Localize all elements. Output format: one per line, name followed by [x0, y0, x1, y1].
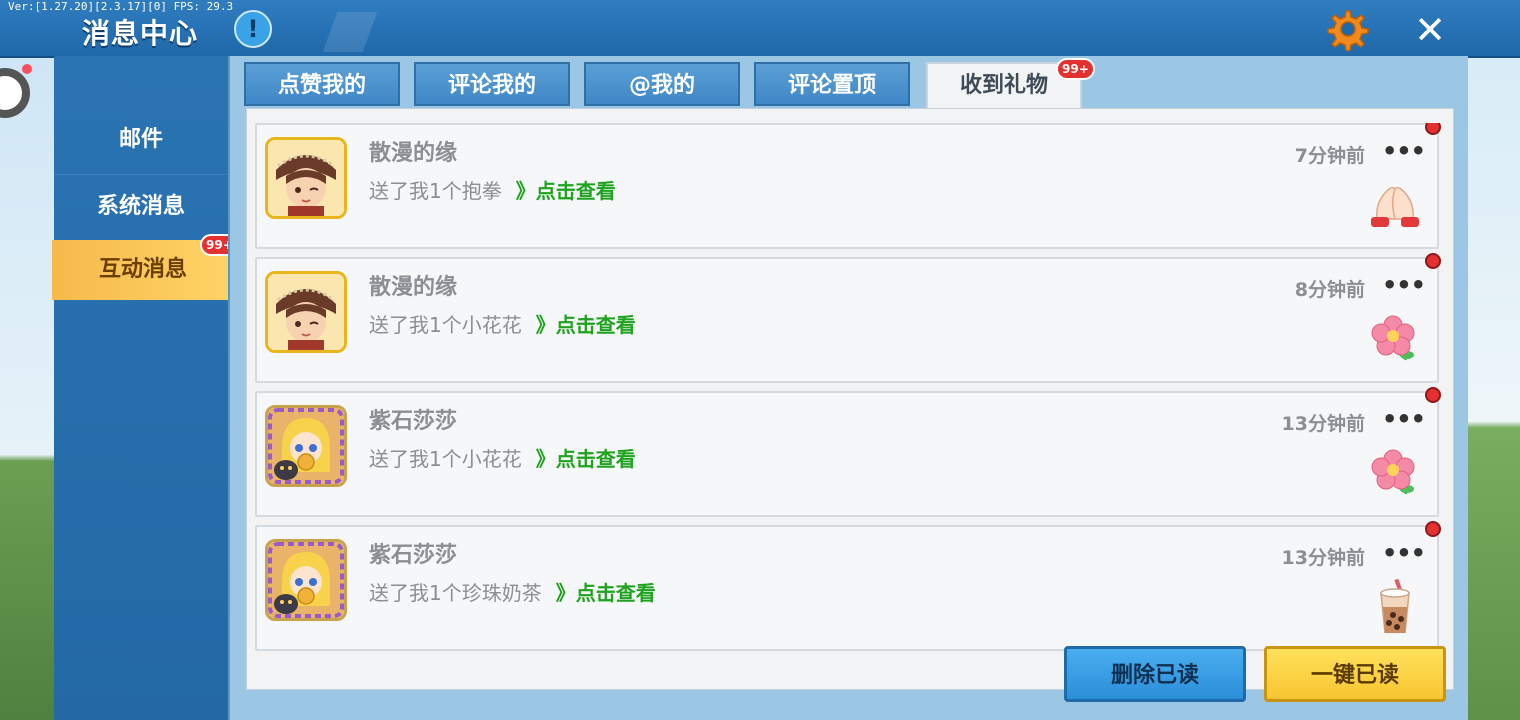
tab-likes[interactable]: 点赞我的: [244, 62, 400, 106]
gift-description: 送了我1个小花花: [369, 313, 522, 337]
page-title: 消息中心: [82, 17, 199, 50]
background-notification-dot: [22, 64, 32, 74]
timestamp: 8分钟前: [1294, 279, 1365, 301]
tab-pinned-comments[interactable]: 评论置顶: [754, 62, 910, 106]
timestamp: 7分钟前: [1294, 145, 1365, 167]
sidebar-item-label: 系统消息: [96, 194, 185, 219]
more-options-icon[interactable]: •••: [1382, 539, 1426, 567]
sidebar-item-system-messages[interactable]: 系统消息: [54, 174, 228, 239]
avatar-image: [268, 274, 344, 350]
avatar-image: [268, 408, 344, 484]
avatar[interactable]: [265, 271, 347, 353]
background-scene-right: [1466, 56, 1520, 720]
sidebar-item-label: 邮件: [118, 127, 163, 152]
sidebar-item-mail[interactable]: 邮件: [54, 108, 228, 172]
view-link[interactable]: 》点击查看: [556, 581, 656, 605]
avatar[interactable]: [265, 137, 347, 219]
header-decoration: [322, 12, 378, 52]
bubble-tea-icon: [1380, 578, 1410, 633]
more-options-icon[interactable]: •••: [1382, 271, 1426, 299]
message-text: 送了我1个小花花 》点击查看: [369, 443, 636, 472]
timestamp: 13分钟前: [1281, 547, 1365, 569]
avatar[interactable]: [265, 539, 347, 621]
unread-count-badge: 99+: [1056, 58, 1095, 80]
more-options-icon[interactable]: •••: [1382, 405, 1426, 433]
message-list-container: 散漫的缘 送了我1个抱拳 》点击查看 7分钟前 ••• 散漫的缘 送了我1个小花…: [246, 108, 1454, 690]
unread-indicator: [1425, 253, 1441, 269]
fist-salute-icon: [1371, 186, 1419, 227]
info-icon[interactable]: !: [234, 10, 272, 48]
avatar-image: [268, 140, 344, 216]
mark-all-read-button[interactable]: 一键已读: [1264, 646, 1446, 702]
tab-bar: 点赞我的 评论我的 @我的 评论置顶 收到礼物 99+: [244, 58, 1454, 110]
sidebar-item-interactive-messages[interactable]: 互动消息 99+: [52, 234, 239, 300]
gift-description: 送了我1个珍珠奶茶: [369, 581, 542, 605]
list-item[interactable]: 紫石莎莎 送了我1个珍珠奶茶 》点击查看 13分钟前 •••: [255, 521, 1441, 651]
flower-icon: [1371, 315, 1415, 361]
unread-indicator: [1425, 123, 1441, 135]
main-panel: 点赞我的 评论我的 @我的 评论置顶 收到礼物 99+ 散漫的缘 送了我1个抱拳…: [228, 56, 1468, 720]
sender-name: 散漫的缘: [369, 275, 458, 300]
message-text: 送了我1个小花花 》点击查看: [369, 309, 636, 338]
gift-description: 送了我1个小花花: [369, 447, 522, 471]
delete-read-button[interactable]: 删除已读: [1064, 646, 1246, 702]
timestamp: 13分钟前: [1281, 413, 1365, 435]
header-bar: Ver:[1.27.20][2.3.17][0] FPS: 29.3 消息中心 …: [0, 0, 1520, 58]
gift-description: 送了我1个抱拳: [369, 179, 502, 203]
view-link[interactable]: 》点击查看: [516, 179, 616, 203]
sender-name: 散漫的缘: [369, 141, 458, 166]
tab-mentions[interactable]: @我的: [584, 62, 740, 106]
sender-name: 紫石莎莎: [369, 409, 458, 434]
avatar-image: [268, 542, 344, 618]
more-options-icon[interactable]: •••: [1382, 137, 1426, 165]
message-text: 送了我1个珍珠奶茶 》点击查看: [369, 577, 656, 606]
avatar[interactable]: [265, 405, 347, 487]
view-link[interactable]: 》点击查看: [536, 447, 636, 471]
list-item[interactable]: 紫石莎莎 送了我1个小花花 》点击查看 13分钟前 •••: [255, 387, 1441, 517]
view-link[interactable]: 》点击查看: [536, 313, 636, 337]
unread-indicator: [1425, 521, 1441, 537]
background-scene-left: [0, 56, 54, 720]
tab-comments[interactable]: 评论我的: [414, 62, 570, 106]
sender-name: 紫石莎莎: [369, 543, 458, 568]
unread-indicator: [1425, 387, 1441, 403]
tab-label: 收到礼物: [959, 73, 1048, 98]
sidebar-item-label: 互动消息: [98, 257, 187, 282]
list-item[interactable]: 散漫的缘 送了我1个抱拳 》点击查看 7分钟前 •••: [255, 123, 1441, 249]
close-icon[interactable]: ✕: [1410, 10, 1450, 50]
message-text: 送了我1个抱拳 》点击查看: [369, 175, 616, 204]
flower-icon: [1371, 449, 1415, 495]
message-list[interactable]: 散漫的缘 送了我1个抱拳 》点击查看 7分钟前 ••• 散漫的缘 送了我1个小花…: [255, 123, 1443, 685]
tab-received-gifts[interactable]: 收到礼物 99+: [926, 58, 1095, 110]
gear-icon[interactable]: [1326, 7, 1370, 51]
sidebar: 邮件 系统消息 互动消息 99+: [52, 56, 239, 720]
list-item[interactable]: 散漫的缘 送了我1个小花花 》点击查看 8分钟前 •••: [255, 253, 1441, 383]
